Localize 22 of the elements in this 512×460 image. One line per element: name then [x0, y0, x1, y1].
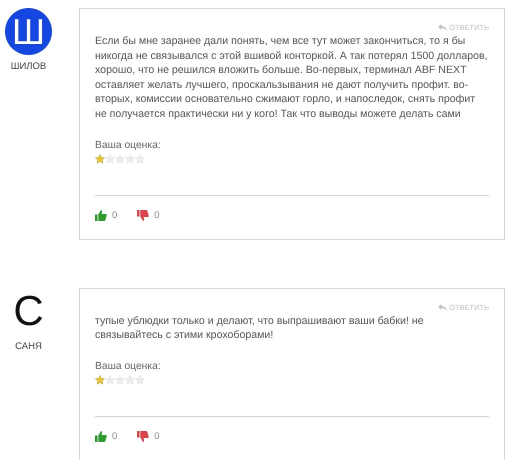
star-icon[interactable] — [95, 154, 105, 164]
dislike-button[interactable]: 0 — [137, 210, 160, 221]
like-button[interactable]: 0 — [95, 210, 118, 221]
rating-label: Ваша оценка: — [95, 140, 162, 151]
thumbs-down-icon — [137, 430, 150, 442]
reply-icon — [438, 304, 448, 311]
thumbs-down-icon — [137, 210, 150, 221]
comment-text: Если бы мне заранее дали понять, чем все тут может закончиться, то я бы никогда не связывался с этой вшивой конторкой. А так потерял 1500 долларов, хорошо, что не решился вложить больше. Во-первых, терминал ABF NEXT оставляет желать лучшего, проскальзывания не дают получить профит. во-вторых, комиссии основательно сжимают горло, и напоследок, снять профит не получается практически ни у кого! Так что выводы можете делать сами — [95, 34, 489, 122]
reply-icon — [438, 24, 448, 31]
author-name: САНЯ — [15, 340, 42, 352]
avatar: Ш — [5, 8, 52, 55]
dislike-button[interactable]: 0 — [137, 430, 160, 442]
star-rating[interactable] — [95, 154, 145, 164]
avatar-letter: С — [12, 288, 45, 335]
thumbs-up-icon — [95, 210, 107, 221]
star-icon[interactable] — [95, 374, 105, 385]
star-rating[interactable] — [95, 374, 145, 385]
author-name: ШИЛОВ — [10, 61, 46, 72]
thumbs-up-icon — [95, 430, 107, 442]
comment-text: тупые ублюдки только и делают, что выпрашивают ваши бабки! не связывайтесь с этими крохоборами! — [95, 314, 425, 343]
like-button[interactable]: 0 — [95, 430, 118, 442]
rating-label: Ваша оценка: — [95, 360, 162, 372]
